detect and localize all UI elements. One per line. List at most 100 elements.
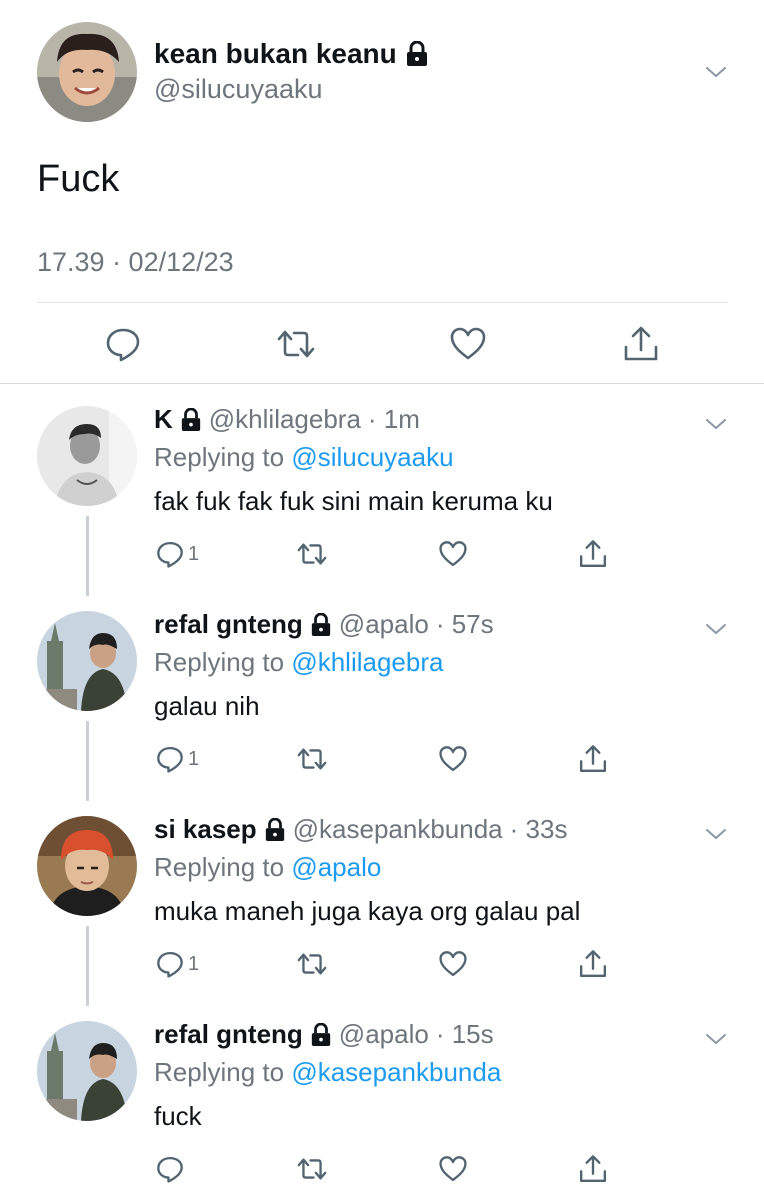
tweet-age: · 57s [435, 609, 494, 639]
chevron-down-icon[interactable] [704, 619, 728, 639]
tweet-timestamp[interactable]: 17.39 · 02/12/23 [37, 247, 234, 278]
tweet-text: fuck [154, 1101, 202, 1131]
share-button[interactable] [578, 1151, 608, 1187]
author-row: kean bukan keanu [154, 38, 429, 70]
share-button[interactable] [578, 536, 608, 572]
replying-to: Replying to @apalo [154, 852, 381, 883]
avatar[interactable] [37, 816, 137, 916]
author-row: K @khlilagebra · 1m [154, 404, 420, 435]
share-icon [624, 326, 658, 361]
reply-button[interactable]: 1 [156, 536, 199, 572]
share-button[interactable] [578, 741, 608, 777]
retweet-icon [297, 1158, 327, 1180]
mention-link[interactable]: @silucuyaaku [291, 442, 453, 472]
action-bar [154, 1151, 634, 1187]
action-bar: 1 [154, 536, 634, 572]
reply-icon [157, 1156, 183, 1183]
chevron-down-icon[interactable] [704, 824, 728, 844]
retweet-button[interactable] [296, 536, 328, 572]
reply-tweet: refal gnteng @apalo · 15s Replying to @k… [0, 999, 764, 1200]
heart-icon [439, 746, 467, 772]
action-bar: 1 [154, 946, 634, 982]
reply-button[interactable]: 1 [156, 946, 199, 982]
retweet-icon [297, 748, 327, 770]
author-row: refal gnteng @apalo · 15s [154, 1019, 494, 1050]
author-handle[interactable]: @apalo [339, 1019, 429, 1050]
retweet-icon [277, 330, 315, 358]
retweet-icon [297, 953, 327, 975]
replying-prefix: Replying to [154, 442, 285, 472]
like-button[interactable] [438, 741, 468, 777]
like-button[interactable] [446, 322, 490, 366]
lock-icon [405, 41, 429, 67]
reply-icon [157, 746, 183, 773]
heart-icon [439, 951, 467, 977]
like-button[interactable] [438, 1151, 468, 1187]
heart-icon [439, 1156, 467, 1182]
reply-icon [106, 328, 140, 362]
share-button[interactable] [619, 322, 663, 366]
lock-icon [264, 817, 286, 842]
replying-prefix: Replying to [154, 1057, 285, 1087]
author-row: refal gnteng @apalo · 57s [154, 609, 494, 640]
action-bar [0, 322, 764, 366]
replying-to: Replying to @silucuyaaku [154, 442, 454, 473]
author-row: si kasep @kasepankbunda · 33s [154, 814, 567, 845]
reply-button[interactable] [101, 322, 145, 366]
thread-line [86, 516, 89, 596]
author-name[interactable]: K [154, 404, 173, 435]
tweet-age: · 1m [367, 404, 420, 434]
author-name[interactable]: refal gnteng [154, 1019, 303, 1050]
author-name[interactable]: refal gnteng [154, 609, 303, 640]
replying-prefix: Replying to [154, 852, 285, 882]
like-button[interactable] [438, 536, 468, 572]
reply-count: 1 [188, 747, 200, 770]
tweet-age: · 15s [435, 1019, 494, 1049]
chevron-down-icon[interactable] [704, 1029, 728, 1049]
thread-line [86, 926, 89, 1006]
reply-icon [157, 541, 183, 568]
reply-tweet: si kasep @kasepankbunda · 33s Replying t… [0, 794, 764, 1006]
retweet-button[interactable] [274, 322, 318, 366]
author-handle[interactable]: @apalo [339, 609, 429, 640]
reply-tweet: K @khlilagebra · 1m Replying to @silucuy… [0, 384, 764, 596]
chevron-down-icon[interactable] [704, 414, 728, 434]
retweet-button[interactable] [296, 1151, 328, 1187]
author-handle[interactable]: @silucuyaaku [154, 74, 323, 105]
replying-to: Replying to @kasepankbunda [154, 1057, 501, 1088]
chevron-down-icon[interactable] [704, 62, 728, 82]
avatar[interactable] [37, 611, 137, 711]
author-handle[interactable]: @khlilagebra [209, 404, 361, 435]
retweet-button[interactable] [296, 741, 328, 777]
avatar[interactable] [37, 406, 137, 506]
author-name[interactable]: kean bukan keanu [154, 38, 397, 70]
reply-button[interactable] [156, 1151, 188, 1187]
avatar[interactable] [37, 22, 137, 122]
reply-count: 1 [188, 952, 200, 975]
retweet-icon [297, 543, 327, 565]
share-icon [579, 950, 607, 978]
tweet-text: fak fuk fak fuk sini main keruma ku [154, 486, 553, 516]
like-button[interactable] [438, 946, 468, 982]
tweet-age: · 33s [509, 814, 568, 844]
mention-link[interactable]: @kasepankbunda [291, 1057, 501, 1087]
heart-icon [450, 327, 486, 360]
replying-prefix: Replying to [154, 647, 285, 677]
avatar[interactable] [37, 1021, 137, 1121]
tweet-text: galau nih [154, 691, 260, 721]
thread-line [86, 721, 89, 801]
mention-link[interactable]: @apalo [291, 852, 381, 882]
share-button[interactable] [578, 946, 608, 982]
action-bar: 1 [154, 741, 634, 777]
mention-link[interactable]: @khlilagebra [291, 647, 443, 677]
author-name[interactable]: si kasep [154, 814, 257, 845]
reply-button[interactable]: 1 [156, 741, 199, 777]
lock-icon [310, 612, 332, 637]
heart-icon [439, 541, 467, 567]
main-tweet: kean bukan keanu @silucuyaaku Fuck 17.39… [0, 0, 764, 384]
author-handle[interactable]: @kasepankbunda [293, 814, 503, 845]
retweet-button[interactable] [296, 946, 328, 982]
replying-to: Replying to @khlilagebra [154, 647, 443, 678]
reply-count: 1 [188, 542, 200, 565]
tweet-text: muka maneh juga kaya org galau pal [154, 896, 581, 926]
